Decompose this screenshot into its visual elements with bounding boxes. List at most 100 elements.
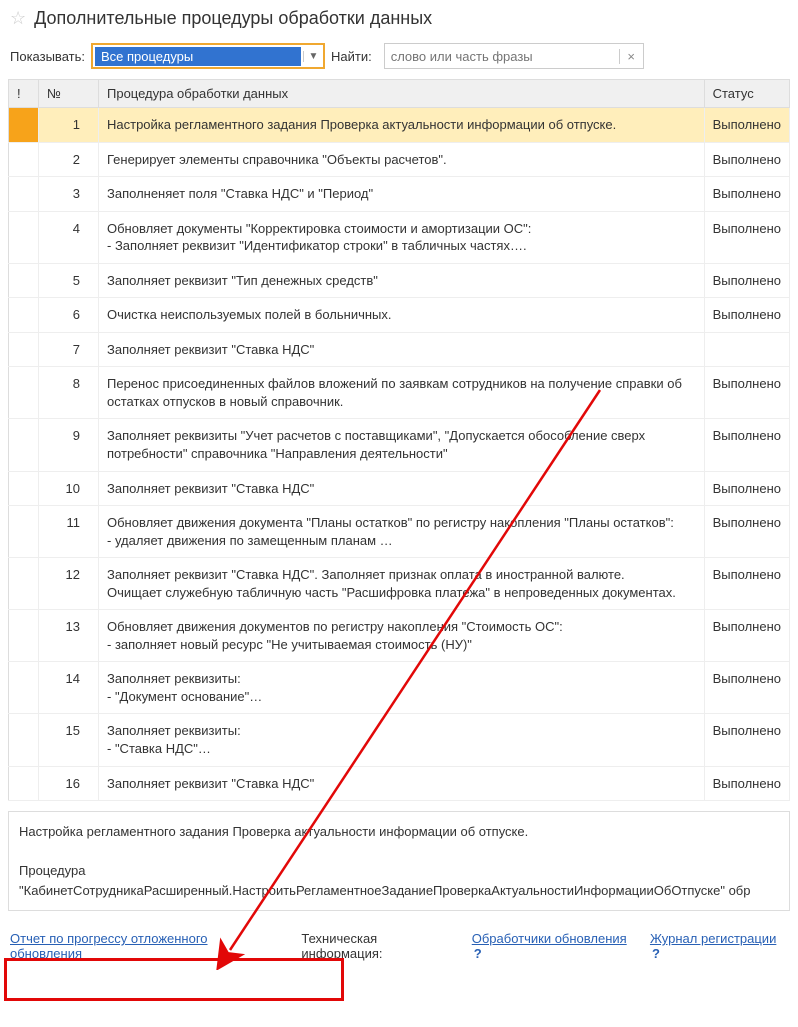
cell-number: 12 xyxy=(39,558,99,610)
cell-number: 16 xyxy=(39,766,99,801)
cell-priority xyxy=(9,332,39,367)
cell-procedure: Заполняет реквизиты "Учет расчетов с пос… xyxy=(99,419,705,471)
cell-number: 4 xyxy=(39,211,99,263)
cell-priority xyxy=(9,558,39,610)
cell-procedure: Обновляет документы "Корректировка стоим… xyxy=(99,211,705,263)
table-row[interactable]: 2Генерирует элементы справочника "Объект… xyxy=(9,142,790,177)
registration-journal-link[interactable]: Журнал регистрации xyxy=(650,931,776,946)
table-row[interactable]: 10Заполняет реквизит "Ставка НДС"Выполне… xyxy=(9,471,790,506)
cell-priority xyxy=(9,419,39,471)
cell-priority xyxy=(9,610,39,662)
table-row[interactable]: 13Обновляет движения документов по регис… xyxy=(9,610,790,662)
search-field-wrap: × xyxy=(384,43,644,69)
cell-procedure: Заполняет реквизиты: - "Документ основан… xyxy=(99,662,705,714)
tech-info-label: Техническая информация: xyxy=(301,931,459,961)
detail-panel: Настройка регламентного задания Проверка… xyxy=(8,811,790,911)
table-row[interactable]: 16Заполняет реквизит "Ставка НДС"Выполне… xyxy=(9,766,790,801)
table-row[interactable]: 9Заполняет реквизиты "Учет расчетов с по… xyxy=(9,419,790,471)
cell-priority xyxy=(9,142,39,177)
cell-priority xyxy=(9,506,39,558)
cell-number: 8 xyxy=(39,367,99,419)
cell-number: 5 xyxy=(39,263,99,298)
cell-procedure: Настройка регламентного задания Проверка… xyxy=(99,108,705,143)
cell-status: Выполнено xyxy=(704,142,789,177)
help-icon[interactable]: ? xyxy=(652,946,660,961)
find-label: Найти: xyxy=(331,49,372,64)
table-row[interactable]: 4Обновляет документы "Корректировка стои… xyxy=(9,211,790,263)
cell-priority xyxy=(9,471,39,506)
cell-status: Выполнено xyxy=(704,367,789,419)
cell-procedure: Заполняет реквизит "Ставка НДС" xyxy=(99,332,705,367)
cell-priority xyxy=(9,177,39,212)
table-row[interactable]: 14Заполняет реквизиты: - "Документ основ… xyxy=(9,662,790,714)
cell-procedure: Заполняет реквизит "Тип денежных средств… xyxy=(99,263,705,298)
cell-procedure: Генерирует элементы справочника "Объекты… xyxy=(99,142,705,177)
cell-number: 1 xyxy=(39,108,99,143)
cell-number: 13 xyxy=(39,610,99,662)
cell-status: Выполнено xyxy=(704,714,789,766)
cell-priority xyxy=(9,367,39,419)
table-row[interactable]: 3Заполненяет поля "Ставка НДС" и "Период… xyxy=(9,177,790,212)
cell-status: Выполнено xyxy=(704,610,789,662)
header-number[interactable]: № xyxy=(39,80,99,108)
footer-bar: Отчет по прогрессу отложенного обновлени… xyxy=(0,921,798,971)
cell-status: Выполнено xyxy=(704,419,789,471)
table-row[interactable]: 12Заполняет реквизит "Ставка НДС". Запол… xyxy=(9,558,790,610)
cell-priority xyxy=(9,662,39,714)
cell-number: 9 xyxy=(39,419,99,471)
cell-number: 15 xyxy=(39,714,99,766)
table-header-row: ! № Процедура обработки данных Статус xyxy=(9,80,790,108)
cell-number: 11 xyxy=(39,506,99,558)
cell-status: Выполнено xyxy=(704,766,789,801)
page-title: Дополнительные процедуры обработки данны… xyxy=(34,8,432,29)
cell-priority xyxy=(9,766,39,801)
cell-procedure: Заполняет реквизиты: - "Ставка НДС"… xyxy=(99,714,705,766)
cell-number: 7 xyxy=(39,332,99,367)
cell-procedure: Заполняет реквизит "Ставка НДС" xyxy=(99,471,705,506)
detail-line-2: Процедура "КабинетСотрудникаРасширенный.… xyxy=(19,861,779,900)
cell-procedure: Заполняет реквизит "Ставка НДС". Заполня… xyxy=(99,558,705,610)
table-row[interactable]: 8Перенос присоединенных файлов вложений … xyxy=(9,367,790,419)
cell-status xyxy=(704,332,789,367)
table-row[interactable]: 15Заполняет реквизиты: - "Ставка НДС"…Вы… xyxy=(9,714,790,766)
cell-status: Выполнено xyxy=(704,177,789,212)
cell-status: Выполнено xyxy=(704,298,789,333)
cell-procedure: Очистка неиспользуемых полей в больничны… xyxy=(99,298,705,333)
cell-priority xyxy=(9,108,39,143)
cell-status: Выполнено xyxy=(704,108,789,143)
cell-status: Выполнено xyxy=(704,558,789,610)
favorite-star-icon[interactable]: ☆ xyxy=(10,8,26,29)
cell-procedure: Заполненяет поля "Ставка НДС" и "Период" xyxy=(99,177,705,212)
cell-status: Выполнено xyxy=(704,506,789,558)
cell-priority xyxy=(9,714,39,766)
procedures-table: ! № Процедура обработки данных Статус 1Н… xyxy=(8,79,790,801)
header-priority[interactable]: ! xyxy=(9,80,39,108)
chevron-down-icon[interactable]: ▼ xyxy=(303,51,323,62)
cell-status: Выполнено xyxy=(704,211,789,263)
help-icon[interactable]: ? xyxy=(474,946,482,961)
cell-number: 6 xyxy=(39,298,99,333)
cell-status: Выполнено xyxy=(704,263,789,298)
cell-number: 2 xyxy=(39,142,99,177)
header-status[interactable]: Статус xyxy=(704,80,789,108)
cell-priority xyxy=(9,298,39,333)
cell-status: Выполнено xyxy=(704,662,789,714)
table-row[interactable]: 11Обновляет движения документа "Планы ос… xyxy=(9,506,790,558)
cell-status: Выполнено xyxy=(704,471,789,506)
progress-report-link[interactable]: Отчет по прогрессу отложенного обновлени… xyxy=(10,931,279,961)
table-row[interactable]: 1Настройка регламентного задания Проверк… xyxy=(9,108,790,143)
filter-dropdown[interactable]: Все процедуры ▼ xyxy=(91,43,325,69)
cell-number: 3 xyxy=(39,177,99,212)
cell-priority xyxy=(9,263,39,298)
update-handlers-link[interactable]: Обработчики обновления xyxy=(472,931,627,946)
table-row[interactable]: 7Заполняет реквизит "Ставка НДС" xyxy=(9,332,790,367)
search-input[interactable] xyxy=(385,47,619,66)
table-row[interactable]: 6Очистка неиспользуемых полей в больничн… xyxy=(9,298,790,333)
cell-procedure: Перенос присоединенных файлов вложений п… xyxy=(99,367,705,419)
cell-number: 10 xyxy=(39,471,99,506)
header-procedure[interactable]: Процедура обработки данных xyxy=(99,80,705,108)
table-row[interactable]: 5Заполняет реквизит "Тип денежных средст… xyxy=(9,263,790,298)
cell-procedure: Заполняет реквизит "Ставка НДС" xyxy=(99,766,705,801)
cell-number: 14 xyxy=(39,662,99,714)
clear-search-icon[interactable]: × xyxy=(619,49,643,64)
